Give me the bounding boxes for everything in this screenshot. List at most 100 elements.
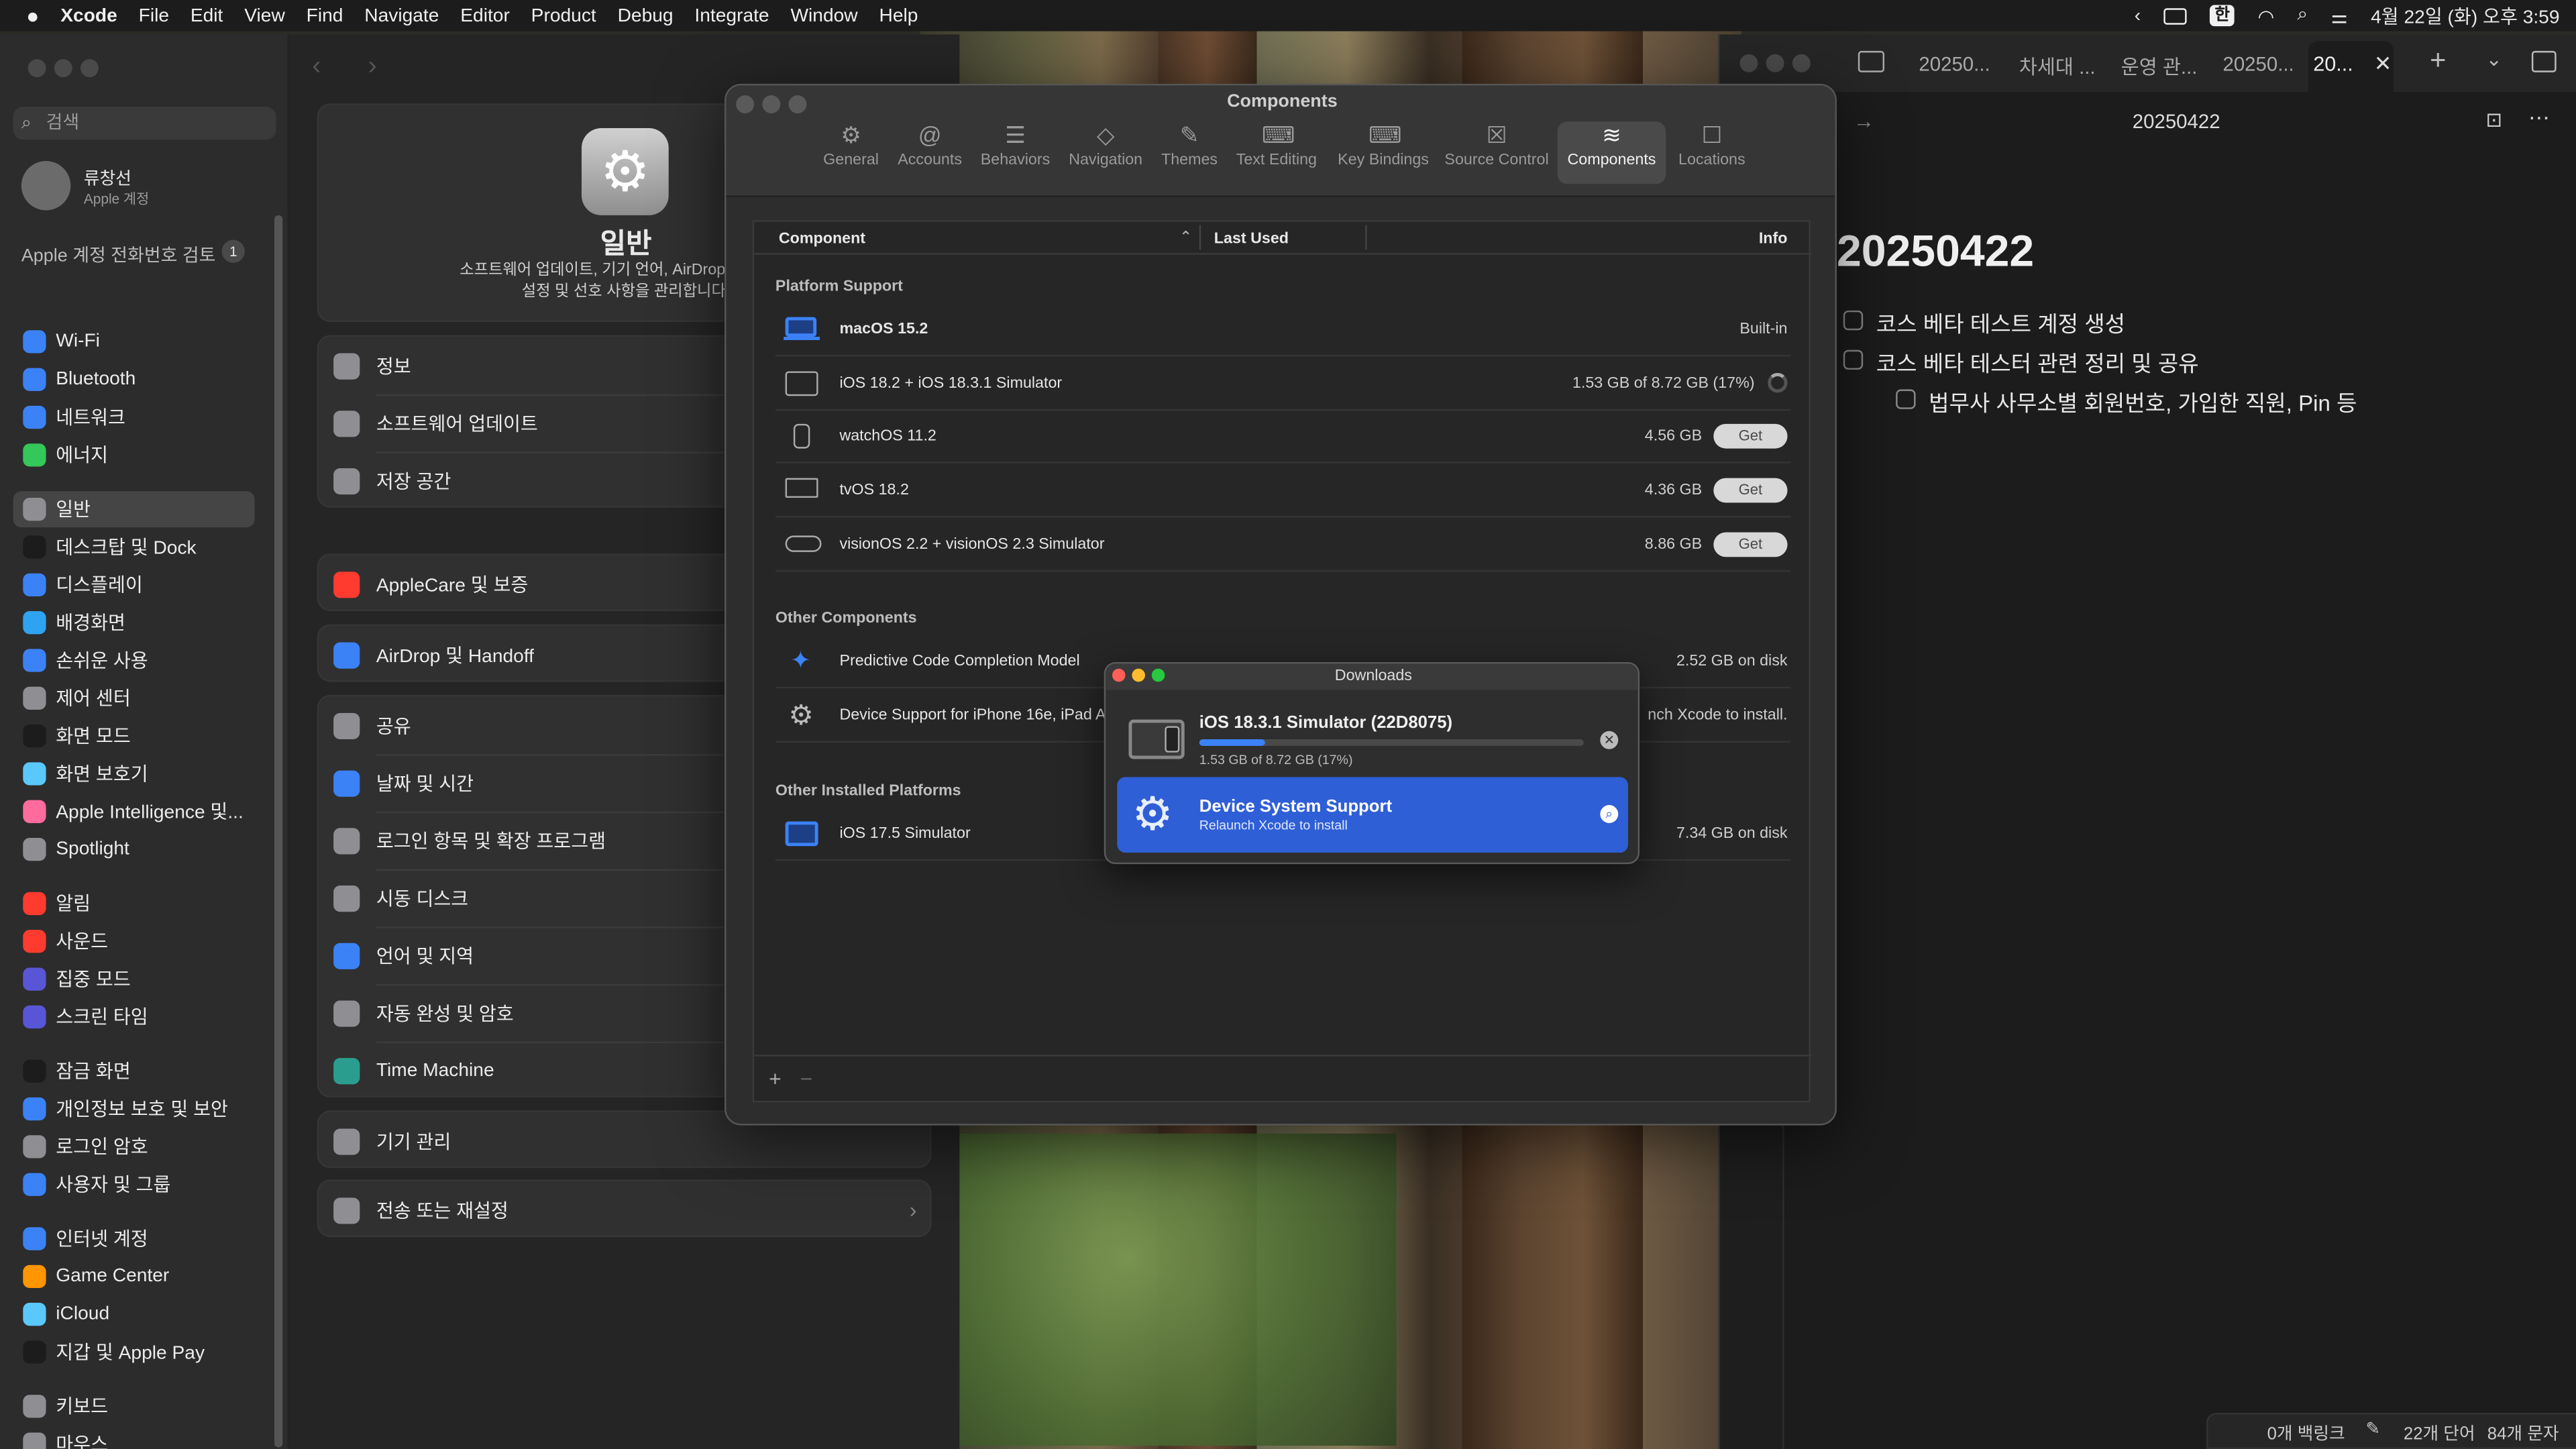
accounts-tab[interactable]: @ Accounts [890,121,969,184]
component-row[interactable]: iOS 18.2 + iOS 18.3.1 Simulator 1.53 GB o… [775,358,1791,411]
task-text[interactable]: 코스 베타 테스터 관련 정리 및 공유 [1876,345,2199,378]
navigation-tab[interactable]: ◇ Navigation [1058,121,1153,184]
component-row[interactable]: watchOS 11.2 4.56 GB Get [775,411,1791,464]
menu-debug[interactable]: Debug [618,6,674,25]
sidebar-item[interactable]: Wi-Fi [13,323,255,360]
get-button[interactable]: Get [1713,531,1788,557]
sidebar-item[interactable]: 지갑 및 Apple Pay [13,1334,255,1371]
wifi-icon[interactable]: ◠ [2258,4,2275,27]
column-component[interactable]: Component [779,230,865,248]
text-editing-tab[interactable]: ⌨ Text Editing [1227,121,1326,184]
menu-editor[interactable]: Editor [460,6,510,25]
keyboard-icon[interactable] [2163,7,2187,24]
close-button[interactable] [1739,54,1758,72]
note-tab[interactable]: 운영 관... [2121,52,2198,80]
sidebar-item[interactable]: 로그인 암호 [13,1128,255,1165]
sidebar-item[interactable]: 마우스 [13,1426,255,1449]
sidebar-item[interactable]: 배경화면 [13,604,255,641]
sidebar-item[interactable]: 스크린 타임 [13,999,255,1035]
sidebar-item[interactable]: Apple Intelligence 및... [13,794,255,830]
behaviors-tab[interactable]: ☰ Behaviors [973,121,1058,184]
sidebar-item[interactable]: 데스크탑 및 Dock [13,529,255,566]
sidebar-toggle-icon[interactable] [1858,50,1885,72]
menu-navigate[interactable]: Navigate [364,6,439,25]
remove-button[interactable]: − [800,1066,813,1091]
sidebar-item[interactable]: Game Center [13,1258,255,1295]
note-tab[interactable]: 20250... [2222,52,2294,75]
menu-integrate[interactable]: Integrate [694,6,769,25]
backlinks-count[interactable]: 0개 백링크 [2267,1421,2345,1446]
note-tab[interactable]: 차세대 ... [2019,52,2096,80]
themes-tab[interactable]: ✎ Themes [1157,121,1222,184]
get-button[interactable]: Get [1713,424,1788,449]
task-checkbox[interactable] [1896,389,1916,409]
add-button[interactable]: + [769,1066,782,1091]
sidebar-item[interactable]: 인터넷 계정 [13,1221,255,1257]
apple-menu-icon[interactable]: ● [26,3,39,28]
pencil-icon[interactable]: ✎ [2366,1419,2381,1439]
back-icon[interactable]: ‹ [312,52,321,82]
forward-arrow-icon[interactable]: → [1853,109,1874,133]
task-text[interactable]: 법무사 사무소별 회원번호, 가입한 직원, Pin 등 [1929,384,2357,417]
minimize-button[interactable] [1766,54,1784,72]
new-tab-icon[interactable]: + [2430,44,2446,77]
task-checkbox[interactable] [1843,350,1864,370]
component-row[interactable]: visionOS 2.2 + visionOS 2.3 Simulator 8.8… [775,519,1791,572]
sidebar-item[interactable]: iCloud [13,1296,255,1332]
zoom-button[interactable] [1151,668,1165,682]
search-input[interactable]: ⌕ 검색 [13,107,276,140]
app-menu[interactable]: Xcode [60,6,117,25]
get-button[interactable]: Get [1713,478,1788,503]
zoom-button[interactable] [80,59,99,78]
close-button[interactable] [1112,668,1126,682]
menu-file[interactable]: File [139,6,169,25]
menu-view[interactable]: View [244,6,285,25]
components-tab[interactable]: ≋ Components [1557,121,1666,184]
menu-find[interactable]: Find [307,6,343,25]
avatar[interactable] [21,161,71,211]
general-tab[interactable]: ⚙ General [812,121,891,184]
source-control-tab[interactable]: ☒ Source Control [1439,121,1554,184]
active-note-tab[interactable]: 20... ✕ [2308,41,2394,93]
sidebar-item[interactable]: 잠금 화면 [13,1053,255,1089]
sidebar-item[interactable]: 화면 모드 [13,718,255,754]
close-tab-icon[interactable]: ✕ [2374,51,2392,77]
key-bindings-tab[interactable]: ⌨ Key Bindings [1331,121,1436,184]
cancel-download-icon[interactable]: ✕ [1600,731,1619,749]
reading-view-icon[interactable]: ⊡ [2485,109,2502,131]
selected-download-item[interactable]: ⚙ Device System Support Relaunch Xcode t… [1117,777,1628,853]
column-last-used[interactable]: Last Used [1214,230,1289,248]
forward-icon[interactable]: › [368,52,377,82]
minimize-button[interactable] [54,59,72,78]
note-heading[interactable]: 20250422 [1837,227,2034,278]
sidebar-item[interactable]: 키보드 [13,1388,255,1424]
search-icon[interactable]: ⌕ [2297,5,2308,26]
column-info[interactable]: Info [1759,230,1788,248]
note-title-bar[interactable]: 20250422 [2133,110,2220,133]
reveal-download-icon[interactable]: ⌕ [1600,805,1619,823]
locations-tab[interactable]: ☐ Locations [1669,121,1754,184]
input-method-icon[interactable]: 한 [2210,5,2235,27]
component-row[interactable]: tvOS 18.2 4.36 GB Get [775,465,1791,518]
task-checkbox[interactable] [1843,310,1864,331]
sidebar-item[interactable]: 일반 [13,491,255,528]
sidebar-item[interactable]: 개인정보 보호 및 보안 [13,1091,255,1127]
sidebar-scrollbar[interactable] [274,215,283,1448]
menu-product[interactable]: Product [531,6,596,25]
sort-ascending-icon[interactable]: ⌃ [1179,228,1191,246]
sidebar-item[interactable]: 에너지 [13,437,255,473]
menu-help[interactable]: Help [879,6,918,25]
close-button[interactable] [28,59,46,78]
menu-window[interactable]: Window [790,6,857,25]
sidebar-item[interactable]: Spotlight [13,831,255,867]
minimize-button[interactable] [1132,668,1145,682]
menubar-clock[interactable]: 4월 22일 (화) 오후 3:59 [2371,3,2559,29]
settings-row[interactable]: 전송 또는 재설정 › [319,1181,933,1239]
zoom-button[interactable] [1792,54,1811,72]
component-row[interactable]: macOS 15.2 Built-in [775,304,1791,357]
menu-edit[interactable]: Edit [191,6,223,25]
phone-review-item[interactable]: Apple 계정 전화번호 검토 [21,241,216,268]
task-text[interactable]: 코스 베타 테스트 계정 생성 [1876,306,2125,339]
sidebar-item[interactable]: 디스플레이 [13,567,255,603]
more-options-icon[interactable]: ⋯ [2528,105,2550,131]
